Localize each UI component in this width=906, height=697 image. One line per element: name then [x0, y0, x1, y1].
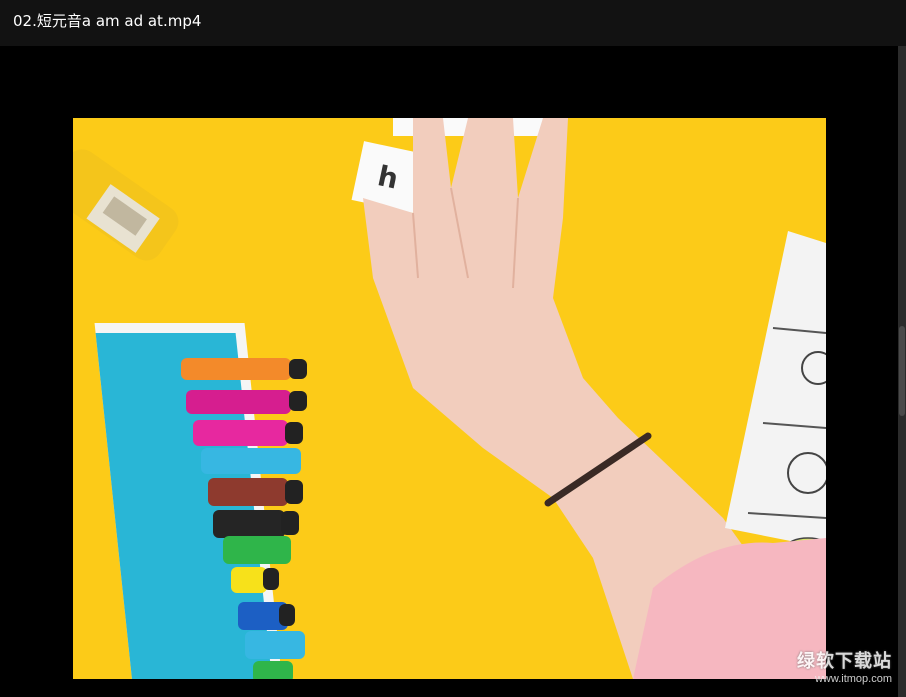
video-title: 02.短元音a am ad at.mp4: [13, 12, 202, 30]
watermark-name: 绿软下载站: [797, 651, 892, 672]
watermark: 绿软下载站 www.itmop.com: [797, 647, 892, 685]
video-frame[interactable]: h: [73, 118, 826, 679]
video-frame-picture: h: [73, 118, 826, 679]
scrollbar-thumb[interactable]: [899, 326, 905, 416]
watermark-url: www.itmop.com: [814, 673, 892, 685]
title-bar: 02.短元音a am ad at.mp4: [0, 0, 906, 46]
scrollbar[interactable]: [898, 46, 906, 697]
